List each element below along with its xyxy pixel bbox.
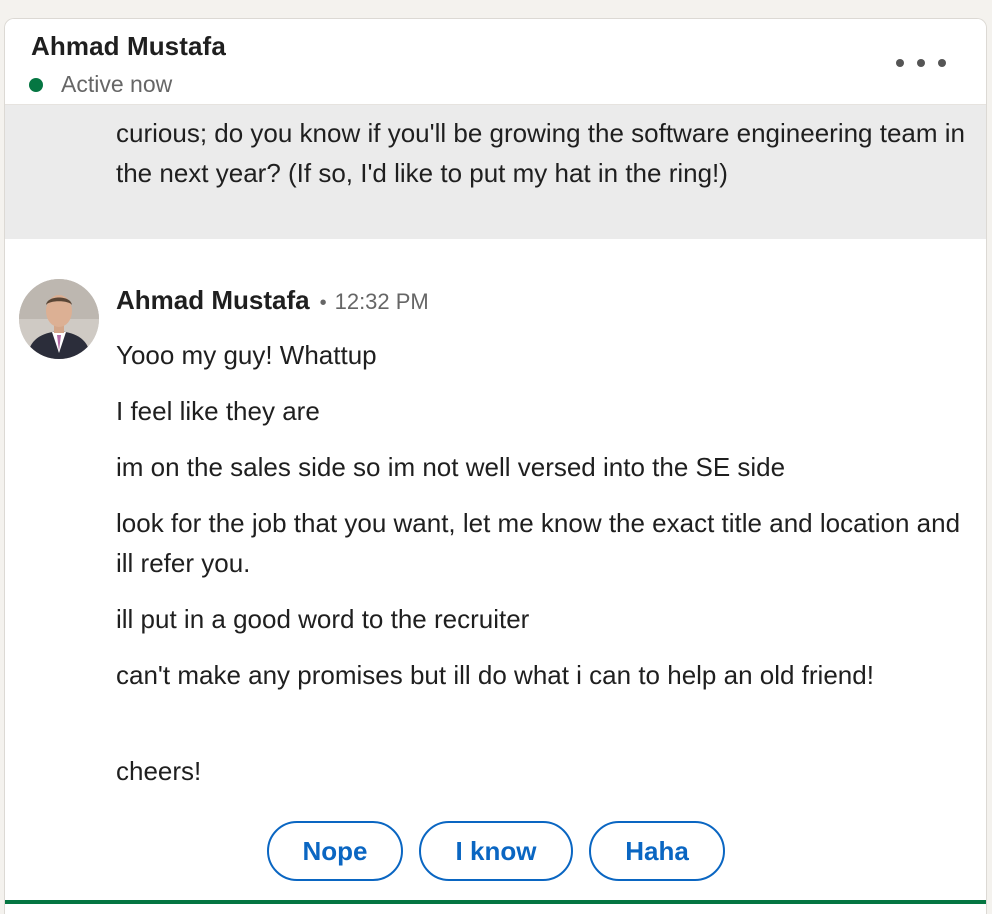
message-sender-row: Ahmad Mustafa • 12:32 PM <box>116 285 429 316</box>
message-bubble: ill put in a good word to the recruiter <box>116 604 530 634</box>
message-bubble: can't make any promises but ill do what … <box>116 660 874 690</box>
previous-message: curious; do you know if you'll be growin… <box>5 105 986 239</box>
message-bubble: I feel like they are <box>116 396 320 426</box>
contact-name[interactable]: Ahmad Mustafa <box>31 31 226 62</box>
separator-dot: • <box>319 292 327 314</box>
avatar[interactable] <box>19 279 99 359</box>
online-status-icon <box>29 77 43 92</box>
message-timestamp: 12:32 PM <box>334 289 429 314</box>
more-horizontal-icon <box>917 59 925 67</box>
message-bubble: Yooo my guy! Whattup <box>116 340 377 370</box>
composer-focus-border <box>5 900 986 904</box>
message-bubble: im on the sales side so im not well vers… <box>116 452 786 482</box>
sender-name[interactable]: Ahmad Mustafa <box>116 285 310 316</box>
quick-reply-nope[interactable]: Nope <box>267 821 403 881</box>
more-horizontal-icon <box>896 59 904 67</box>
messaging-window: Ahmad Mustafa Active now curious; do you… <box>4 18 987 914</box>
more-options-button[interactable] <box>896 49 946 77</box>
quick-reply-haha[interactable]: Haha <box>589 821 725 881</box>
message-bubble: look for the job that you want, let me k… <box>116 508 961 578</box>
presence-status: Active now <box>29 71 172 98</box>
conversation-header: Ahmad Mustafa Active now <box>5 19 986 105</box>
more-horizontal-icon <box>938 59 946 67</box>
message-bubble: cheers! <box>116 756 202 786</box>
status-text: Active now <box>61 71 173 97</box>
previous-message-text: curious; do you know if you'll be growin… <box>116 118 965 188</box>
quick-reply-i-know[interactable]: I know <box>419 821 573 881</box>
quick-replies: Nope I know Haha <box>267 821 725 881</box>
avatar-photo-icon <box>19 279 99 359</box>
